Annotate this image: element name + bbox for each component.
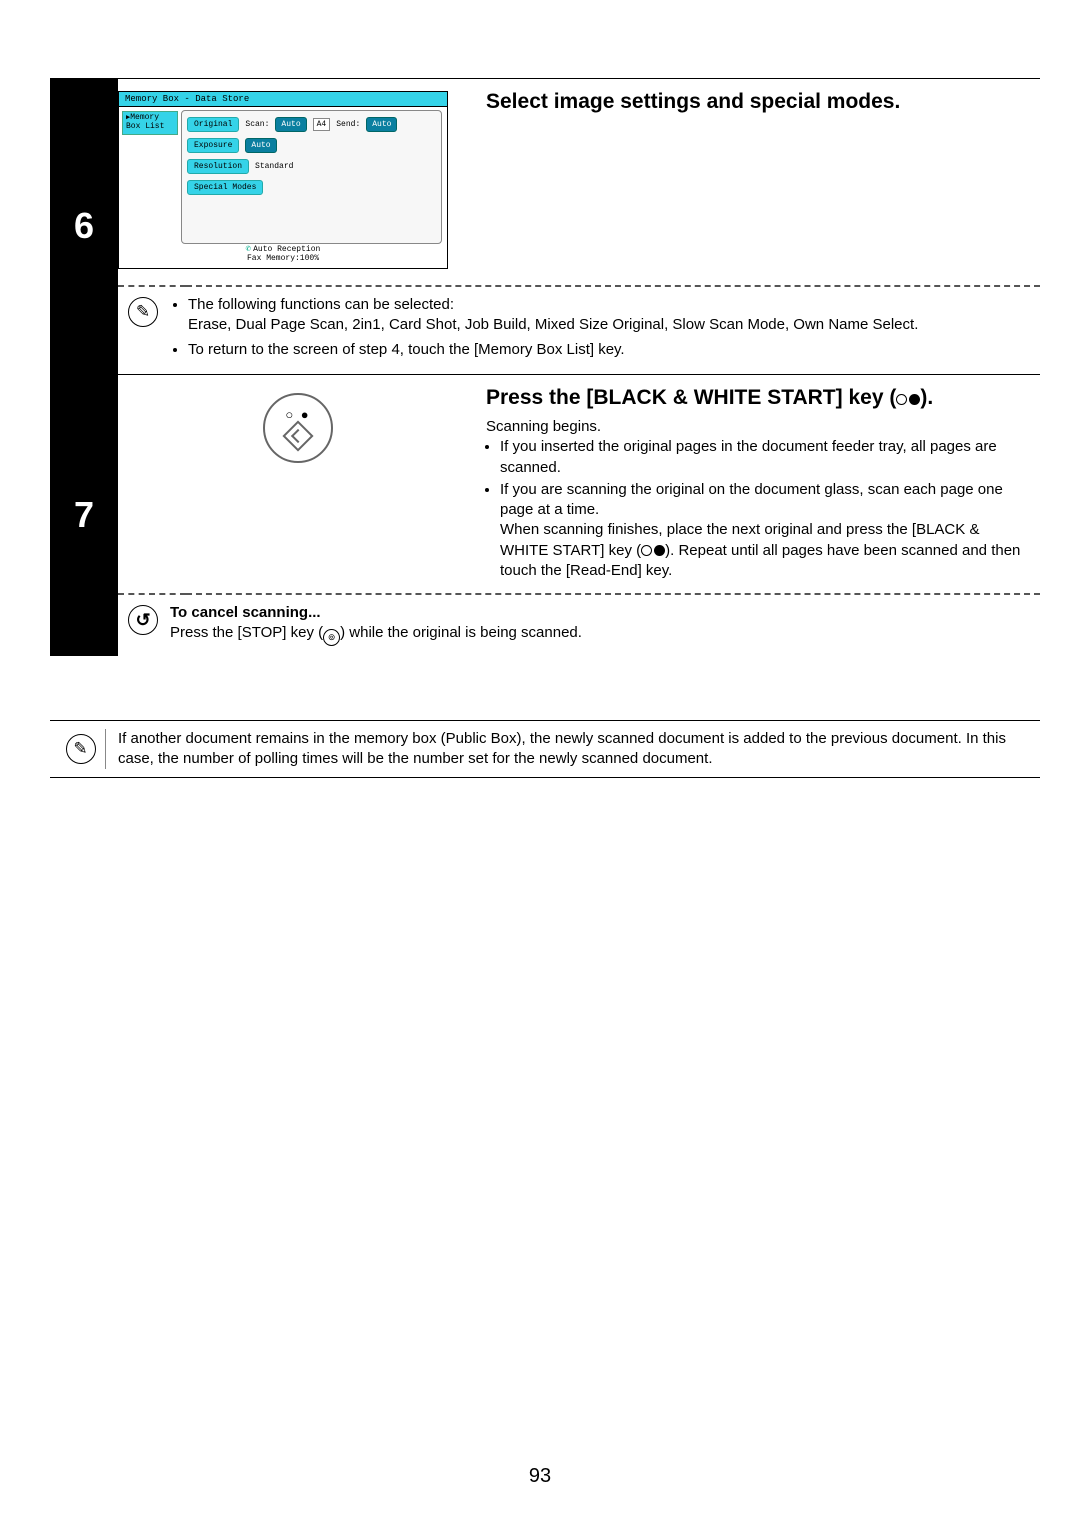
scan-label: Scan: xyxy=(245,120,269,129)
bullet-feeder: If you inserted the original pages in th… xyxy=(500,437,1030,478)
step-7: 7 ○ ● Press the [BLACK & WHITE START] ke… xyxy=(50,374,1040,656)
pencil-icon: ✎ xyxy=(66,734,96,764)
stop-key-icon: ⊚ xyxy=(323,629,340,646)
step-6-body: Memory Box - Data Store ▶Memory Box List… xyxy=(118,79,1040,285)
bullet-glass: If you are scanning the original on the … xyxy=(500,480,1030,581)
scanning-begins: Scanning begins. xyxy=(486,417,1030,437)
pencil-icon: ✎ xyxy=(128,297,158,327)
original-button[interactable]: Original xyxy=(187,117,239,132)
bw-start-symbol-inline xyxy=(641,545,665,556)
step-number-7: 7 xyxy=(50,375,118,656)
step-7-heading: Press the [BLACK & WHITE START] key (). xyxy=(486,385,1030,411)
page-number: 93 xyxy=(0,1465,1080,1488)
note-return: To return to the screen of step 4, touch… xyxy=(188,340,1030,360)
memory-box-list-label: Memory Box List xyxy=(126,113,164,131)
note-functions-intro: The following functions can be selected:… xyxy=(188,295,1030,336)
exposure-button[interactable]: Exposure xyxy=(187,138,239,153)
cancel-title: To cancel scanning... xyxy=(170,603,1030,623)
memory-box-list-button[interactable]: ▶Memory Box List xyxy=(122,111,178,135)
screen-title: Memory Box - Data Store xyxy=(119,92,447,107)
step-7-cancel-note: ↺ To cancel scanning... Press the [STOP]… xyxy=(118,595,1040,656)
screen-footer: ✆Auto Reception Fax Memory:100% xyxy=(119,244,447,264)
step-6-heading: Select image settings and special modes. xyxy=(486,89,1030,115)
step-6-screenshot-col: Memory Box - Data Store ▶Memory Box List… xyxy=(118,89,478,275)
note-line-2: Erase, Dual Page Scan, 2in1, Card Shot, … xyxy=(188,316,918,333)
special-modes-button[interactable]: Special Modes xyxy=(187,180,263,195)
step-6-note: ✎ The following functions can be selecte… xyxy=(118,287,1040,374)
scan-auto-button[interactable]: Auto xyxy=(275,117,306,132)
send-auto-button[interactable]: Auto xyxy=(366,117,397,132)
phone-icon: ✆ xyxy=(246,244,251,254)
bw-start-key-icon: ○ ● xyxy=(263,393,333,463)
memory-box-screen: Memory Box - Data Store ▶Memory Box List… xyxy=(118,91,448,269)
manual-page: 6 Memory Box - Data Store ▶Memory Box Li… xyxy=(50,78,1040,778)
cancel-post: ) while the original is being scanned. xyxy=(340,624,582,641)
heading-pre: Press the [BLACK & WHITE START] key ( xyxy=(486,386,896,409)
fax-memory-label: Fax Memory:100% xyxy=(119,254,447,264)
resolution-button[interactable]: Resolution xyxy=(187,159,249,174)
step-6: 6 Memory Box - Data Store ▶Memory Box Li… xyxy=(50,78,1040,374)
cancel-pre: Press the [STOP] key ( xyxy=(170,624,323,641)
bullet-glass-a: If you are scanning the original on the … xyxy=(500,481,1003,518)
auto-reception-label: Auto Reception xyxy=(253,245,320,254)
bw-start-symbol xyxy=(896,394,920,405)
step-number-6: 6 xyxy=(50,79,118,374)
heading-post: ). xyxy=(920,386,933,409)
note-line-1: The following functions can be selected: xyxy=(188,296,454,313)
diamond-icon xyxy=(282,421,313,452)
exposure-value[interactable]: Auto xyxy=(245,138,276,153)
info-text: If another document remains in the memor… xyxy=(118,729,1034,770)
scan-size-button[interactable]: A4 xyxy=(313,118,331,131)
back-arrow-icon: ↺ xyxy=(128,605,158,635)
info-box: ✎ If another document remains in the mem… xyxy=(50,720,1040,779)
step-7-body: ○ ● Press the [BLACK & WHITE START] key … xyxy=(118,375,1040,593)
cancel-text: Press the [STOP] key (⊚) while the origi… xyxy=(170,623,1030,646)
send-label: Send: xyxy=(336,120,360,129)
resolution-value: Standard xyxy=(255,162,293,171)
